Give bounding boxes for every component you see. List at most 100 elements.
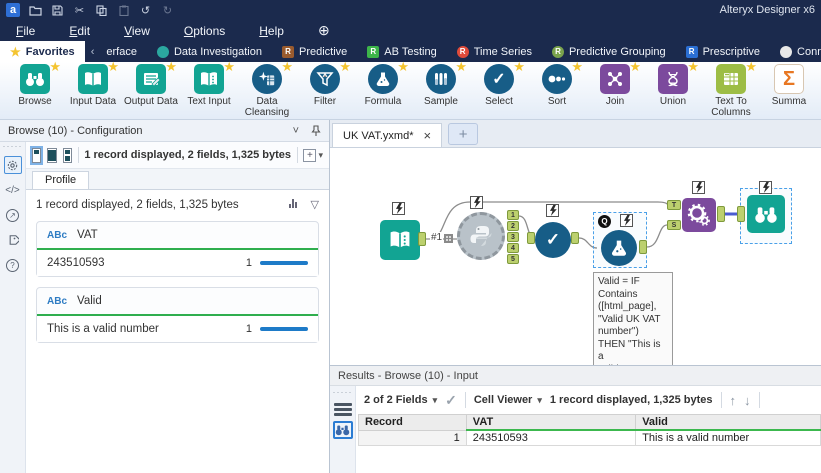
copy-icon[interactable] (95, 4, 108, 17)
input-anchor[interactable] (527, 232, 535, 244)
settings-gear-icon[interactable] (3, 156, 22, 174)
field-card-valid: ABc Valid This is a valid number 1 (36, 287, 319, 343)
collapse-chevron-icon[interactable]: ˅ (293, 125, 299, 137)
output-anchor[interactable] (571, 232, 579, 244)
next-record-icon[interactable]: ↓ (744, 393, 751, 408)
output-anchor[interactable] (418, 232, 426, 246)
append-fields-tool-node[interactable] (682, 198, 716, 232)
menu-help[interactable]: Help (259, 24, 284, 38)
palette-tool-browse[interactable]: ★ Browse (6, 60, 64, 119)
palette-tool-select[interactable]: ✓ ★ Select (470, 60, 528, 119)
alteryx-logo-icon[interactable]: a (6, 3, 20, 17)
sample-tubes-icon: ★ (426, 60, 467, 94)
data-cleansing-icon: ★ (252, 60, 293, 94)
save-icon[interactable] (51, 4, 64, 17)
menu-options[interactable]: Options (184, 24, 225, 38)
previous-record-icon[interactable]: ↑ (730, 393, 737, 408)
two-column-view-button[interactable] (47, 147, 57, 163)
palette-tool-filter[interactable]: ★ Filter (296, 60, 354, 119)
open-file-icon[interactable] (29, 4, 42, 17)
pin-icon[interactable] (311, 124, 321, 137)
output-data-icon: ★ (136, 60, 177, 94)
ribbon-tab-interface-partial[interactable]: erface (96, 41, 147, 62)
palette-tool-sample[interactable]: ★ Sample (412, 60, 470, 119)
connection-label: #1 (430, 232, 444, 243)
palette-tool-sort[interactable]: ★ Sort (528, 60, 586, 119)
menu-edit[interactable]: Edit (69, 24, 90, 38)
formula-annotation[interactable]: Valid = IF Contains ([html_page], "Valid… (593, 272, 673, 365)
column-header-vat[interactable]: VAT (465, 414, 637, 431)
configuration-side-strip: ····· </> ↗ ? (0, 142, 26, 473)
cell-viewer-dropdown[interactable]: Cell Viewer ▾ (474, 394, 542, 406)
cut-icon[interactable]: ✂ (73, 4, 86, 17)
close-tab-icon[interactable]: × (424, 129, 432, 142)
field-name: VAT (77, 229, 98, 241)
palette-tool-formula[interactable]: ★ Formula (354, 60, 412, 119)
menu-bar: File Edit View Options Help ⊕ (0, 20, 821, 41)
table-row[interactable]: 1 243510593 This is a valid number (358, 429, 821, 446)
record-number-cell[interactable]: 1 (358, 429, 467, 446)
browse-anchor-icon[interactable] (332, 421, 353, 439)
palette-tool-union[interactable]: ★ Union (644, 60, 702, 119)
two-row-view-button[interactable] (62, 147, 72, 163)
palette-tool-summarize[interactable]: Σ Summa (760, 64, 818, 119)
help-icon[interactable]: ? (4, 256, 22, 274)
menu-view[interactable]: View (124, 24, 150, 38)
results-panel: Results - Browse (10) - Input ····· 2 of… (330, 365, 821, 473)
column-header-valid[interactable]: Valid (635, 414, 821, 431)
palette-tool-text-input[interactable]: ★ Text Input (180, 60, 238, 119)
code-icon[interactable]: </> (4, 181, 22, 199)
single-pane-view-button[interactable] (29, 145, 44, 165)
runtime-bolt-badge (392, 202, 405, 215)
apply-check-icon[interactable]: ✓ (445, 392, 457, 409)
python-output-anchors[interactable]: 1 2 3 4 5 (507, 210, 519, 264)
ribbon-scroll-left-icon[interactable]: ‹ (85, 41, 97, 62)
favorite-star-icon: ★ (165, 59, 177, 74)
palette-tool-join[interactable]: ★ Join (586, 60, 644, 119)
formula-tool-node[interactable] (601, 230, 637, 266)
workflow-canvas[interactable]: #1 1 2 3 4 5 ✓ Q Valid = IF Contains ([h… (330, 148, 821, 365)
browse-tool-node[interactable] (747, 195, 785, 233)
navigate-icon[interactable]: ↗ (4, 206, 22, 224)
input-anchor[interactable] (737, 206, 745, 222)
field-value-row[interactable]: 243510593 1 (37, 250, 318, 276)
python-input-anchor[interactable] (444, 234, 453, 243)
paste-icon[interactable] (117, 4, 130, 17)
ribbon-tab-favorites[interactable]: ★ Favorites (0, 41, 85, 62)
output-anchor[interactable] (639, 240, 647, 254)
drag-handle-dots[interactable]: ····· (3, 142, 23, 151)
palette-tool-data-cleansing[interactable]: ★ Data Cleansing (238, 60, 296, 119)
drag-handle-dots[interactable]: ····· (333, 387, 353, 397)
table-view-icon[interactable] (333, 401, 352, 417)
field-value-row[interactable]: This is a valid number 1 (37, 316, 318, 342)
favorite-star-icon: ★ (513, 59, 525, 74)
tab-profile[interactable]: Profile (32, 171, 90, 189)
vat-cell[interactable]: 243510593 (465, 429, 637, 446)
add-view-dropdown[interactable]: + ▾ (303, 148, 323, 162)
palette-tool-input-data[interactable]: ★ Input Data (64, 60, 122, 119)
ribbon-tab-connectors[interactable]: Connectors (770, 41, 821, 62)
menu-file[interactable]: File (16, 24, 35, 38)
source-input-anchor[interactable]: S (667, 220, 681, 230)
tag-icon[interactable] (4, 231, 22, 249)
text-input-node[interactable] (380, 220, 420, 260)
palette-tool-output-data[interactable]: ★ Output Data (122, 60, 180, 119)
valid-cell[interactable]: This is a valid number (635, 429, 821, 446)
filter-icon[interactable]: ▽ (311, 198, 319, 211)
output-anchor[interactable] (717, 206, 725, 222)
workflow-document-tab[interactable]: UK VAT.yxmd* × (332, 123, 443, 147)
new-workflow-button[interactable]: + (448, 123, 479, 145)
histogram-icon[interactable] (288, 198, 297, 208)
column-header-record[interactable]: Record (358, 414, 467, 431)
undo-icon[interactable]: ↺ (139, 4, 152, 17)
profile-summary-text: 1 record displayed, 2 fields, 1,325 byte… (36, 198, 239, 211)
select-tool-node[interactable]: ✓ (535, 222, 571, 258)
union-dna-icon: ★ (658, 60, 699, 94)
redo-icon[interactable]: ↻ (161, 4, 174, 17)
fields-dropdown[interactable]: 2 of 2 Fields ▾ (364, 394, 437, 406)
target-input-anchor[interactable]: T (667, 200, 681, 210)
ribbon-tab-predictive-grouping[interactable]: R Predictive Grouping (542, 41, 676, 62)
python-tool-node[interactable] (457, 212, 505, 260)
globe-icon[interactable]: ⊕ (318, 22, 330, 39)
palette-tool-text-to-columns[interactable]: ★ Text To Columns (702, 60, 760, 119)
